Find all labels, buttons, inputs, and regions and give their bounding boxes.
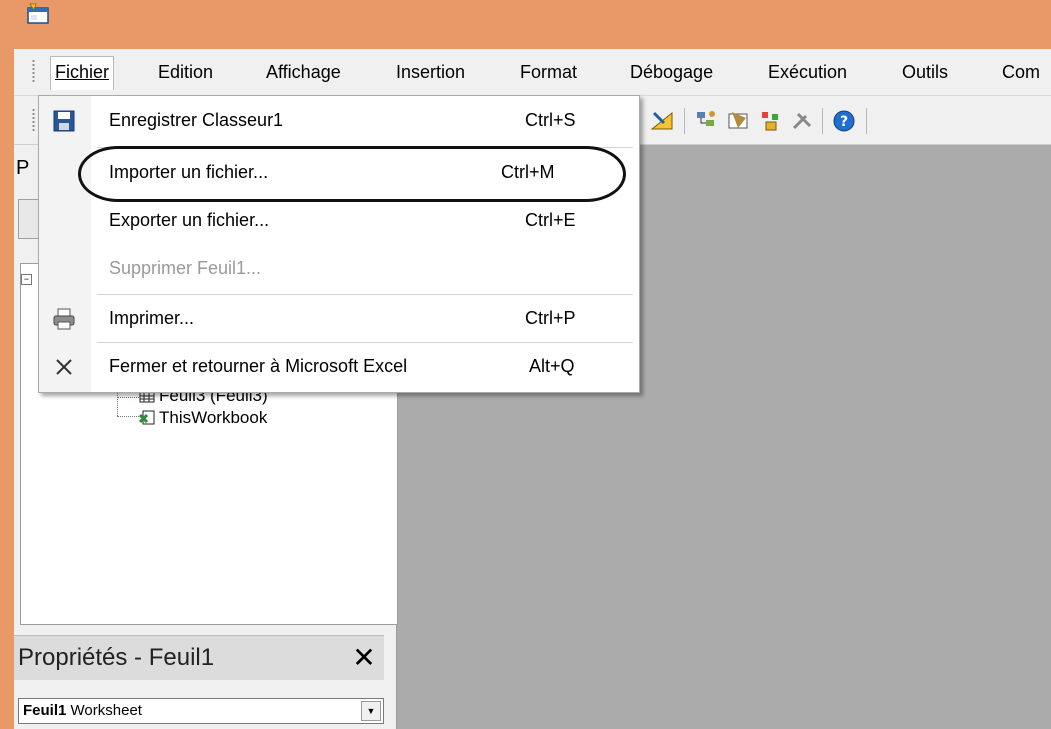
properties-header: Propriétés - Feuil1 ✕ [14,635,384,680]
menu-bar: Fichier Edition Affichage Insertion Form… [14,49,1051,96]
menu-fichier-label: Fichier [55,62,110,82]
menu-format-label: Format [520,62,578,82]
printer-icon [53,308,75,330]
toolbar-separator [822,108,823,134]
object-browser-icon[interactable] [758,108,784,134]
menu-item-label: Fermer et retourner à Microsoft Excel [109,356,408,376]
tree-connector [117,416,139,418]
project-explorer-icon[interactable] [694,108,720,134]
menu-complements-label: Com [1002,62,1041,82]
menu-outils-label: Outils [902,62,949,82]
tree-expander-icon[interactable]: − [21,274,32,285]
menu-insertion[interactable]: Insertion [392,57,469,87]
menu-debogage[interactable]: Débogage [626,57,717,87]
toolbar-separator [866,108,867,134]
menu-item-print[interactable]: Imprimer... Ctrl+P [39,294,639,346]
properties-object-select[interactable]: Feuil1 Worksheet ▼ [18,698,384,724]
menu-affichage[interactable]: Affichage [262,57,345,87]
menu-item-close-return[interactable]: Fermer et retourner à Microsoft Excel Al… [39,342,639,394]
design-mode-icon[interactable] [650,109,676,133]
workbook-icon [139,410,155,425]
menu-edition[interactable]: Edition [154,57,217,87]
close-icon: ✕ [352,642,376,673]
highlight-annotation [78,146,626,202]
menu-edition-label: Edition [158,62,214,82]
menu-item-shortcut: Ctrl+S [525,110,576,130]
menu-outils[interactable]: Outils [898,57,952,87]
title-bar [0,0,1051,48]
close-x-icon [56,359,72,375]
menu-debogage-label: Débogage [630,62,714,82]
menu-insertion-label: Insertion [396,62,466,82]
menubar-grip[interactable] [32,59,35,83]
tree-connector [117,397,139,399]
menu-complements[interactable]: Com [998,57,1044,87]
toolbar-grip[interactable] [32,108,35,132]
menu-item-export[interactable]: Exporter un fichier... Ctrl+E [39,196,639,248]
menu-item-label: Enregistrer Classeur1 [109,110,284,130]
menu-item-shortcut: Ctrl+P [525,308,576,328]
file-menu-dropdown: Enregistrer Classeur1 Ctrl+S Importer un… [38,95,640,393]
menu-fichier[interactable]: Fichier [50,56,115,90]
toolbar-separator [684,108,685,134]
properties-window-icon[interactable] [726,108,752,134]
tree-item-label: ThisWorkbook [159,408,268,427]
tree-item-thisworkbook[interactable]: ThisWorkbook [139,406,267,430]
selected-object-name: Feuil1 [23,702,67,719]
menu-execution-label: Exécution [768,62,848,82]
chevron-down-icon[interactable]: ▼ [361,701,381,721]
vba-app-icon[interactable] [26,2,52,26]
menu-item-label: Imprimer... [109,308,195,328]
menu-item-shortcut: Alt+Q [529,356,575,376]
toolbox-icon[interactable] [790,108,816,134]
properties-close-button[interactable]: ✕ [348,642,380,674]
menu-item-label: Supprimer Feuil1... [109,258,262,278]
menu-execution[interactable]: Exécution [764,57,851,87]
menu-item-save[interactable]: Enregistrer Classeur1 Ctrl+S [39,96,639,148]
svg-text:?: ? [840,114,848,130]
selected-object-type: Worksheet [70,702,142,719]
menu-item-remove[interactable]: Supprimer Feuil1... [39,244,639,296]
menu-item-label: Exporter un fichier... [109,210,270,230]
properties-title: Propriétés - Feuil1 [18,644,215,671]
save-icon [53,110,75,132]
menu-affichage-label: Affichage [266,62,341,82]
help-icon[interactable]: ? [832,109,856,133]
menu-item-shortcut: Ctrl+E [525,210,576,230]
menu-format[interactable]: Format [516,57,581,87]
project-explorer-title: P [16,157,30,179]
